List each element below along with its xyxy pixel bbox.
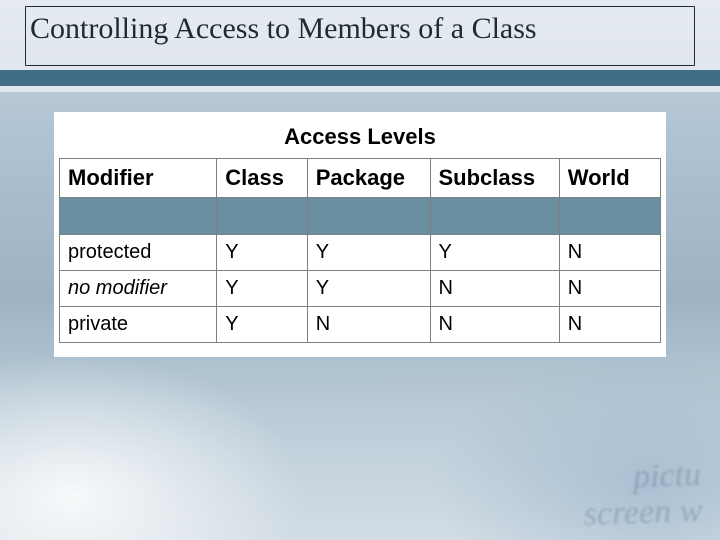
col-header-modifier: Modifier [60, 159, 217, 198]
slide-title: Controlling Access to Members of a Class [30, 12, 537, 46]
table-row: private Y N N N [60, 307, 661, 343]
cell-class: Y [217, 235, 307, 271]
title-rule-accent [0, 86, 720, 88]
col-header-class: Class [217, 159, 307, 198]
watermark-line: screen w [583, 492, 703, 532]
background-watermark: pictu screen w [582, 457, 703, 532]
cell-package: Y [307, 271, 430, 307]
watermark-line: pictu [582, 457, 702, 497]
slide: Controlling Access to Members of a Class… [0, 0, 720, 540]
cell-subclass: N [430, 307, 559, 343]
cell-package: Y [307, 198, 430, 235]
cell-class: Y [217, 271, 307, 307]
cell-modifier: public [60, 198, 217, 235]
cell-world: N [559, 235, 660, 271]
cell-modifier: private [60, 307, 217, 343]
cell-world: Y [559, 198, 660, 235]
cell-world: N [559, 271, 660, 307]
table-row: no modifier Y Y N N [60, 271, 661, 307]
col-header-world: World [559, 159, 660, 198]
col-header-subclass: Subclass [430, 159, 559, 198]
cell-package: N [307, 307, 430, 343]
cell-world: N [559, 307, 660, 343]
cell-subclass: Y [430, 235, 559, 271]
table-row: public Y Y Y Y [60, 198, 661, 235]
cell-class: Y [217, 198, 307, 235]
title-bar: Controlling Access to Members of a Class [0, 0, 720, 92]
cell-modifier: protected [60, 235, 217, 271]
title-rule [0, 70, 720, 86]
table-header-row: Modifier Class Package Subclass World [60, 159, 661, 198]
col-header-package: Package [307, 159, 430, 198]
cell-subclass: Y [430, 198, 559, 235]
cell-class: Y [217, 307, 307, 343]
table-caption: Access Levels [54, 120, 666, 158]
cell-subclass: N [430, 271, 559, 307]
content-panel: Access Levels Modifier Class Package Sub… [54, 112, 666, 357]
table-row: protected Y Y Y N [60, 235, 661, 271]
cell-modifier: no modifier [60, 271, 217, 307]
access-levels-table: Modifier Class Package Subclass World pu… [59, 158, 661, 343]
cell-package: Y [307, 235, 430, 271]
